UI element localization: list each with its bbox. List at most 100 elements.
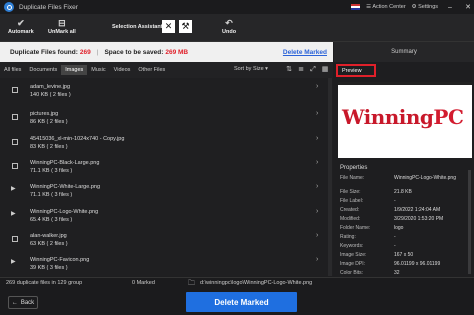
file-size: 71.1 KB ( 3 files ) bbox=[30, 192, 73, 198]
unmark-all-button[interactable]: ⊟ UnMark all bbox=[48, 18, 76, 35]
settings-label: Settings bbox=[418, 4, 438, 10]
selection-assistant-label: Selection Assistant bbox=[112, 24, 163, 30]
sort-label: Sort by Size bbox=[234, 66, 264, 72]
list-view-icon[interactable]: ≣ bbox=[296, 65, 306, 75]
info-bar: Duplicate Files found: 269 | Space to be… bbox=[0, 42, 333, 62]
property-label: Color Bits: bbox=[340, 270, 364, 276]
list-item[interactable]: adam_levine.jpg 140 KB ( 2 files ) › bbox=[0, 78, 333, 108]
app-logo-icon bbox=[4, 2, 14, 12]
chevron-right-icon[interactable]: › bbox=[316, 110, 318, 117]
row-checkbox[interactable] bbox=[12, 114, 18, 120]
file-size: 83 KB ( 2 files ) bbox=[30, 144, 68, 150]
property-label: Keywords: bbox=[340, 243, 364, 249]
property-value: 167 x 50 bbox=[394, 252, 414, 258]
row-checkbox[interactable] bbox=[12, 236, 18, 242]
summary-header: Summary bbox=[334, 42, 474, 62]
list-item[interactable]: ▶ WinningPC-Favicon.png 39 KB ( 3 files … bbox=[0, 251, 333, 276]
delete-marked-link[interactable]: Delete Marked bbox=[283, 49, 327, 56]
marked-count-text: 0 Marked bbox=[132, 280, 155, 286]
row-checkbox[interactable] bbox=[12, 163, 18, 169]
file-name: WinningPC-Logo-White.png bbox=[30, 209, 99, 215]
chevron-right-icon[interactable]: › bbox=[316, 135, 318, 142]
unmark-icon: ⊟ bbox=[58, 18, 66, 28]
property-value: 3/29/2020 1:53:20 PM bbox=[394, 216, 444, 222]
found-label: Duplicate Files found: bbox=[10, 48, 78, 56]
property-value: 21.8 KB bbox=[394, 189, 412, 195]
file-path-text: d:\winningpc\logo\WinningPC-Logo-White.p… bbox=[200, 280, 313, 286]
undo-label: Undo bbox=[222, 29, 237, 35]
preview-logo: WinningPC bbox=[342, 105, 464, 129]
expand-arrow-icon[interactable]: ▶ bbox=[11, 210, 16, 217]
file-name: alan-walker.jpg bbox=[30, 233, 67, 239]
back-label: Back bbox=[20, 299, 35, 306]
expand-arrow-icon[interactable]: ▶ bbox=[11, 258, 16, 265]
property-value: 32 bbox=[394, 270, 400, 276]
property-label: File Size: bbox=[340, 189, 361, 195]
properties-scrollbar[interactable] bbox=[468, 170, 471, 274]
file-size: 86 KB ( 2 files ) bbox=[30, 119, 68, 125]
close-icon[interactable]: ✕ bbox=[462, 3, 474, 11]
properties-header: Properties bbox=[340, 165, 368, 171]
file-name: WinningPC-Black-Large.png bbox=[30, 160, 100, 166]
tab-images[interactable]: Images bbox=[61, 65, 88, 75]
property-label: File Name: bbox=[340, 175, 365, 181]
delete-marked-button[interactable]: Delete Marked bbox=[186, 292, 297, 312]
window-title: Duplicate Files Fixer bbox=[19, 3, 78, 11]
logo-accent-text: PC bbox=[433, 105, 464, 129]
tab-documents[interactable]: Documents bbox=[25, 65, 61, 75]
title-bar: Duplicate Files Fixer ☰ Action Center ⚙ … bbox=[0, 0, 474, 14]
selection-assistant-cross-icon[interactable]: ✕ bbox=[162, 20, 175, 33]
minimize-icon[interactable]: – bbox=[444, 4, 456, 11]
property-value: - bbox=[394, 234, 396, 240]
file-name: adam_levine.jpg bbox=[30, 84, 71, 90]
action-center-link[interactable]: ☰ Action Center bbox=[366, 4, 405, 10]
row-checkbox[interactable] bbox=[12, 87, 18, 93]
tab-videos[interactable]: Videos bbox=[110, 65, 135, 75]
chevron-right-icon[interactable]: › bbox=[316, 232, 318, 239]
chevron-right-icon[interactable]: › bbox=[316, 83, 318, 90]
action-center-label: Action Center bbox=[372, 4, 406, 10]
sort-order-icon[interactable]: ⇅ bbox=[284, 65, 294, 75]
settings-link[interactable]: ⚙ Settings bbox=[412, 4, 438, 10]
file-name: WinningPC-White-Large.png bbox=[30, 184, 101, 190]
file-name: WinningPC-Favicon.png bbox=[30, 257, 90, 263]
info-divider: | bbox=[96, 48, 99, 56]
sort-dropdown[interactable]: Sort by Size ▾ bbox=[234, 66, 268, 72]
property-label: Created: bbox=[340, 207, 360, 213]
file-size: 140 KB ( 2 files ) bbox=[30, 92, 71, 98]
selection-assistant-settings-icon[interactable]: ⚒ bbox=[179, 20, 192, 33]
row-checkbox[interactable] bbox=[12, 139, 18, 145]
chevron-right-icon[interactable]: › bbox=[316, 208, 318, 215]
title-bar-controls: ☰ Action Center ⚙ Settings – ✕ bbox=[351, 0, 474, 14]
chevron-right-icon[interactable]: › bbox=[316, 159, 318, 166]
undo-button[interactable]: ↶ Undo bbox=[222, 18, 236, 35]
tab-music[interactable]: Music bbox=[87, 65, 109, 75]
toolbar: ✔ Automark ⊟ UnMark all Selection Assist… bbox=[0, 14, 474, 42]
undo-icon: ↶ bbox=[225, 18, 233, 28]
property-value: logo bbox=[394, 225, 404, 231]
tab-all-files[interactable]: All files bbox=[0, 65, 25, 75]
file-size: 39 KB ( 3 files ) bbox=[30, 265, 68, 271]
group-count-text: 269 duplicate files in 129 group bbox=[6, 280, 83, 286]
language-flag-icon[interactable] bbox=[351, 4, 361, 10]
tab-other-files[interactable]: Other Files bbox=[134, 65, 169, 75]
automark-button[interactable]: ✔ Automark bbox=[8, 18, 34, 35]
property-label: Modified: bbox=[340, 216, 361, 222]
property-value: - bbox=[394, 198, 396, 204]
expand-icon[interactable]: ⤢ bbox=[308, 65, 318, 75]
property-value: 96.01199 x 96.01199 bbox=[394, 261, 441, 267]
chevron-right-icon[interactable]: › bbox=[316, 183, 318, 190]
property-value: 1/9/2022 1:24:04 AM bbox=[394, 207, 441, 213]
list-scrollbar[interactable] bbox=[328, 78, 332, 276]
property-label: Image DPI: bbox=[340, 261, 366, 267]
space-value: 269 MB bbox=[165, 48, 189, 56]
grid-view-icon[interactable]: ▦ bbox=[320, 65, 330, 75]
file-size: 65.4 KB ( 3 files ) bbox=[30, 217, 73, 223]
back-button[interactable]: ← Back bbox=[8, 296, 38, 309]
expand-arrow-icon[interactable]: ▶ bbox=[11, 185, 16, 192]
property-value: WinningPC-Logo-White.png bbox=[394, 175, 456, 181]
found-count: 269 bbox=[79, 48, 91, 56]
tab-preview[interactable]: Preview bbox=[336, 64, 376, 77]
chevron-right-icon[interactable]: › bbox=[316, 256, 318, 263]
logo-main-text: Winning bbox=[342, 105, 434, 129]
